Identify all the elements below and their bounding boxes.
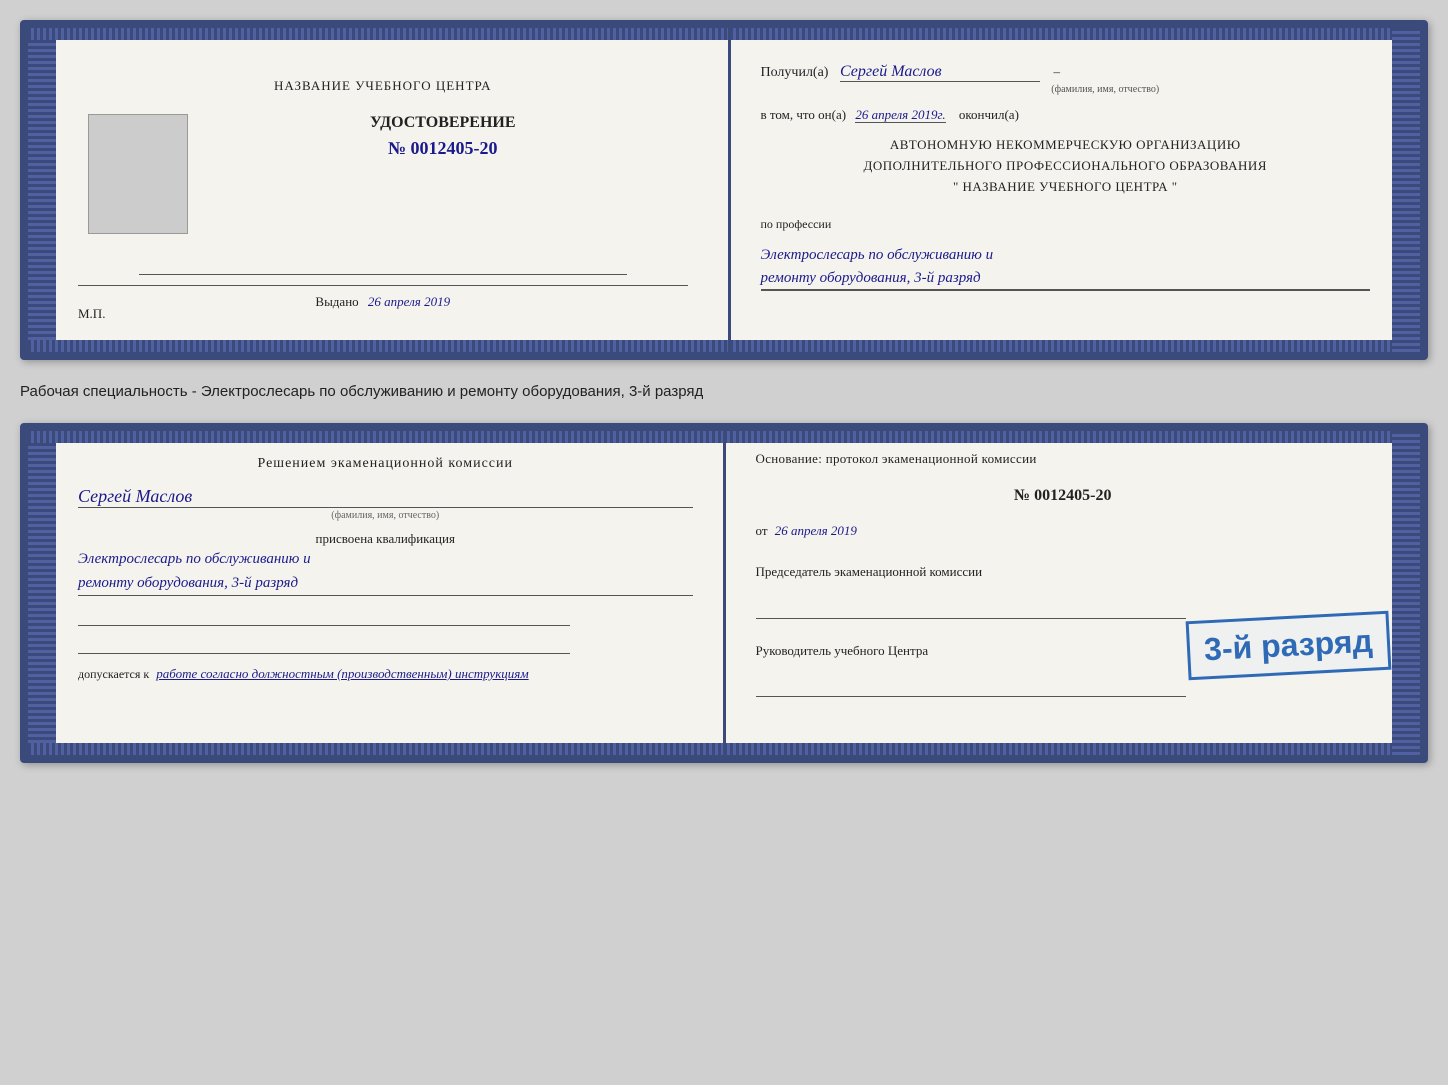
profession-label: по профессии: [761, 217, 1371, 232]
photo-placeholder: [88, 114, 188, 234]
person-name: Сергей Маслов: [78, 486, 693, 508]
basis-date-val: 26 апреля 2019: [775, 523, 857, 538]
mp-stamp: М.П.: [78, 306, 105, 322]
grade-stamp: 3-й разряд: [1186, 611, 1392, 681]
qual-text: Электрослесарь по обслуживанию и ремонту…: [78, 547, 693, 596]
card1-center-title: НАЗВАНИЕ УЧЕБНОГО ЦЕНТРА: [274, 78, 491, 94]
in-that-prefix: в том, что он(а): [761, 107, 847, 122]
org-line1: АВТОНОМНУЮ НЕКОММЕРЧЕСКУЮ ОРГАНИЗАЦИЮ: [761, 135, 1371, 156]
decision-title: Решением экаменационной комиссии: [78, 456, 693, 472]
sig-line-2: [78, 634, 570, 654]
finished-label: окончил(а): [959, 107, 1019, 122]
org-line2: ДОПОЛНИТЕЛЬНОГО ПРОФЕССИОНАЛЬНОГО ОБРАЗО…: [761, 156, 1371, 177]
chairman-label: Председатель экаменационной комиссии: [756, 563, 1371, 581]
profession-line2: ремонту оборудования, 3-й разряд: [761, 267, 1371, 291]
basis-number: № 0012405-20: [756, 487, 1371, 505]
chairman-sig-line: [756, 599, 1186, 619]
received-line: Получил(а) Сергей Маслов – (фамилия, имя…: [761, 63, 1371, 95]
basis-date: от 26 апреля 2019: [756, 523, 1371, 539]
cert-number: № 0012405-20: [388, 138, 498, 159]
between-label: Рабочая специальность - Электрослесарь п…: [20, 378, 1428, 405]
in-that-line: в том, что он(а) 26 апреля 2019г. окончи…: [761, 107, 1371, 123]
org-line3: " НАЗВАНИЕ УЧЕБНОГО ЦЕНТРА ": [761, 177, 1371, 198]
issued-label: Выдано: [315, 294, 358, 309]
sig-line-1: [78, 606, 570, 626]
in-that-date: 26 апреля 2019г.: [855, 107, 945, 123]
allowed-hw: работе согласно должностным (производств…: [156, 666, 528, 681]
fio-label: (фамилия, имя, отчество): [841, 84, 1371, 95]
cert-title: УДОСТОВЕРЕНИЕ: [370, 114, 516, 132]
issued-line: Выдано 26 апреля 2019: [78, 285, 688, 310]
profession-value: Электрослесарь по обслуживанию и ремонту…: [761, 244, 1371, 291]
allowed-text: допускается к работе согласно должностны…: [78, 666, 693, 682]
issued-date: 26 апреля 2019: [368, 294, 450, 309]
basis-text: Основание: протокол экаменационной комис…: [756, 451, 1371, 467]
head-sig-line: [756, 677, 1186, 697]
org-block: АВТОНОМНУЮ НЕКОММЕРЧЕСКУЮ ОРГАНИЗАЦИЮ ДО…: [761, 135, 1371, 197]
qual-line2: ремонту оборудования, 3-й разряд: [78, 571, 693, 596]
recipient-name: Сергей Маслов: [840, 63, 1040, 82]
received-prefix: Получил(а): [761, 65, 829, 80]
signature-lines: [78, 606, 693, 654]
assigned-text: присвоена квалификация: [78, 531, 693, 547]
fio-label2: (фамилия, имя, отчество): [78, 510, 693, 521]
